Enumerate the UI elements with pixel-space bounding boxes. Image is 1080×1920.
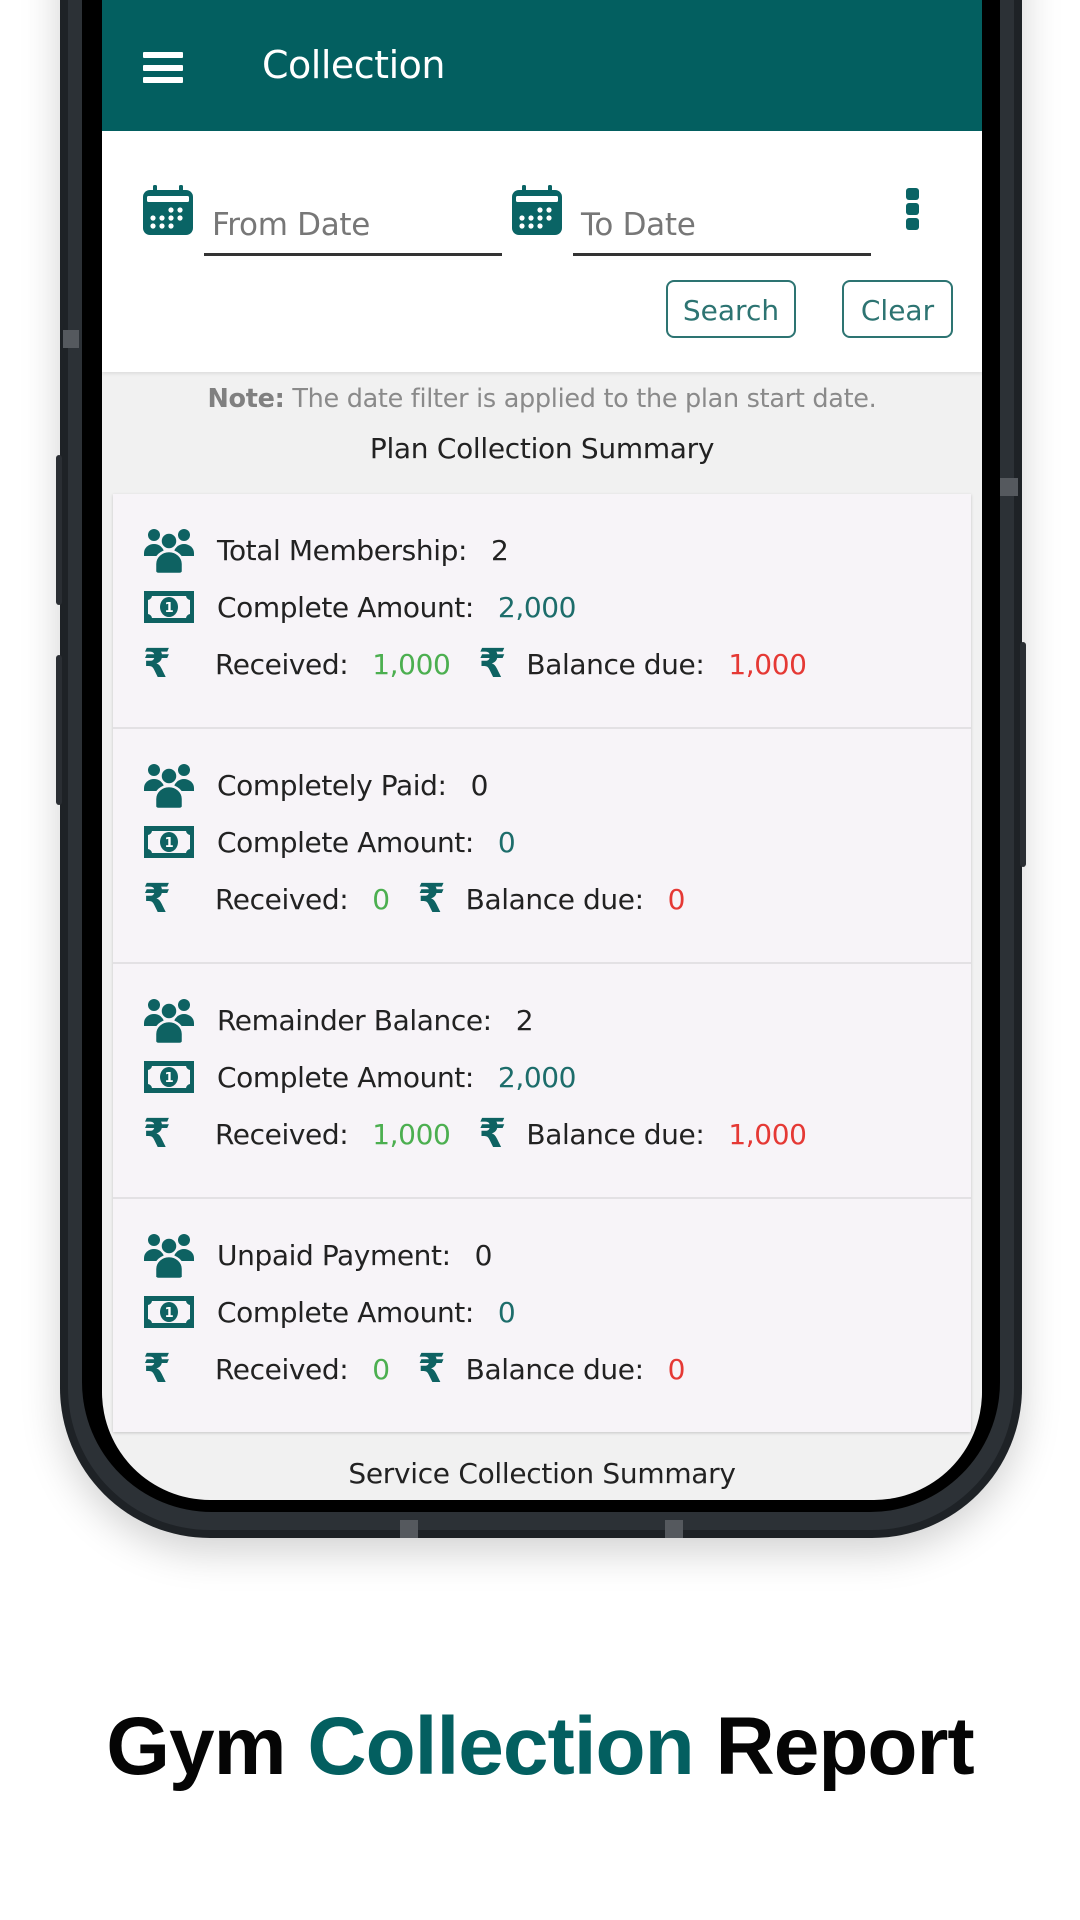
count-label: Completely Paid:: [217, 768, 447, 802]
phone-antenna-line: [665, 1520, 683, 1538]
date-filter-panel: From Date To Date Search Clear: [102, 131, 982, 372]
received-label: Received:: [215, 1352, 349, 1386]
balance-due-label: Balance due:: [465, 1352, 644, 1386]
banknote-icon: 1: [143, 583, 195, 631]
count-row: Remainder Balance: 2: [143, 996, 534, 1044]
more-vertical-icon[interactable]: [906, 188, 920, 230]
received-value: 1,000: [372, 647, 451, 681]
count-row: Completely Paid: 0: [143, 761, 488, 809]
payment-row: ₹ Received: 0 ₹ Balance due: 0: [143, 875, 685, 923]
summary-card: Completely Paid: 0 1 Complete Amount: 0 …: [113, 729, 971, 964]
svg-text:1: 1: [165, 1306, 174, 1321]
app-screen: Collection From Date To Date Search Clea…: [102, 0, 982, 1500]
note-text: The date filter is applied to the plan s…: [284, 384, 877, 414]
rupee-icon: ₹: [417, 1346, 446, 1392]
received-value: 0: [372, 882, 390, 916]
amount-row: 1 Complete Amount: 2,000: [143, 583, 576, 631]
users-group-icon: [143, 526, 195, 574]
page-title: Collection: [262, 43, 445, 87]
banknote-icon: 1: [143, 818, 195, 866]
plan-collection-summary-title: Plan Collection Summary: [369, 432, 715, 465]
banknote-icon: 1: [143, 1288, 195, 1336]
phone-antenna-line: [400, 1520, 418, 1538]
amount-row: 1 Complete Amount: 0: [143, 1288, 516, 1336]
balance-due-value: 1,000: [728, 1117, 807, 1151]
banknote-icon: 1: [143, 1053, 195, 1101]
svg-text:1: 1: [165, 1071, 174, 1086]
amount-row: 1 Complete Amount: 0: [143, 818, 516, 866]
hamburger-menu-icon[interactable]: [143, 52, 183, 83]
phone-antenna-line: [63, 330, 79, 348]
count-value: 2: [515, 1003, 534, 1037]
plan-summary-cards: Total Membership: 2 1 Complete Amount: 2…: [113, 494, 971, 1432]
users-group-icon: [143, 1231, 195, 1279]
phone-side-button: [56, 455, 62, 605]
headline-word: Gym: [106, 1701, 286, 1792]
balance-due-value: 0: [667, 1352, 686, 1386]
phone-side-button: [1020, 642, 1026, 867]
balance-due-value: 1,000: [728, 647, 807, 681]
clear-button[interactable]: Clear: [842, 280, 953, 338]
users-group-icon: [143, 996, 195, 1044]
service-collection-summary-title: Service Collection Summary: [348, 1457, 736, 1490]
received-label: Received:: [215, 1117, 349, 1151]
payment-row: ₹ Received: 0 ₹ Balance due: 0: [143, 1345, 685, 1393]
rupee-icon: ₹: [143, 876, 171, 922]
count-label: Remainder Balance:: [217, 1003, 492, 1037]
users-group-icon: [143, 761, 195, 809]
rupee-icon: ₹: [143, 1346, 171, 1392]
balance-due-label: Balance due:: [526, 1117, 705, 1151]
received-label: Received:: [215, 647, 349, 681]
received-label: Received:: [215, 882, 349, 916]
search-button[interactable]: Search: [666, 280, 796, 338]
svg-text:1: 1: [165, 836, 174, 851]
balance-due-label: Balance due:: [465, 882, 644, 916]
count-value: 0: [474, 1238, 493, 1272]
rupee-icon: ₹: [478, 641, 506, 687]
summary-card: Remainder Balance: 2 1 Complete Amount: …: [113, 964, 971, 1199]
phone-antenna-line: [1000, 478, 1018, 496]
amount-label: Complete Amount:: [217, 1295, 474, 1329]
to-date-placeholder: To Date: [581, 207, 696, 243]
svg-text:1: 1: [165, 601, 174, 616]
complete-amount-value: 2,000: [497, 1060, 577, 1094]
count-value: 0: [470, 768, 489, 802]
summary-card: Total Membership: 2 1 Complete Amount: 2…: [113, 494, 971, 729]
amount-label: Complete Amount:: [217, 1060, 474, 1094]
headline-accent-word: Collection: [307, 1701, 694, 1792]
to-date-input[interactable]: To Date: [573, 193, 871, 256]
marketing-headline: Gym Collection Report: [0, 1700, 1080, 1794]
count-label: Total Membership:: [217, 533, 467, 567]
date-filter-note: Note: The date filter is applied to the …: [102, 384, 982, 414]
rupee-icon: ₹: [143, 641, 171, 687]
headline-word: Report: [715, 1701, 975, 1792]
from-date-input[interactable]: From Date: [204, 193, 502, 256]
summary-card: Unpaid Payment: 0 1 Complete Amount: 0 ₹…: [113, 1199, 971, 1432]
rupee-icon: ₹: [478, 1111, 506, 1157]
received-value: 1,000: [372, 1117, 451, 1151]
calendar-icon[interactable]: [511, 184, 563, 236]
count-value: 2: [491, 533, 509, 567]
balance-due-label: Balance due:: [526, 647, 705, 681]
count-row: Total Membership: 2: [143, 526, 509, 574]
count-label: Unpaid Payment:: [217, 1238, 451, 1272]
rupee-icon: ₹: [143, 1111, 171, 1157]
count-row: Unpaid Payment: 0: [143, 1231, 492, 1279]
payment-row: ₹ Received: 1,000 ₹ Balance due: 1,000: [143, 1110, 807, 1158]
complete-amount-value: 0: [497, 1295, 516, 1329]
amount-label: Complete Amount:: [217, 825, 474, 859]
from-date-placeholder: From Date: [212, 207, 371, 243]
complete-amount-value: 2,000: [497, 590, 577, 624]
amount-row: 1 Complete Amount: 2,000: [143, 1053, 576, 1101]
received-value: 0: [372, 1352, 390, 1386]
app-bar: Collection: [102, 0, 982, 131]
balance-due-value: 0: [667, 882, 686, 916]
amount-label: Complete Amount:: [217, 590, 474, 624]
payment-row: ₹ Received: 1,000 ₹ Balance due: 1,000: [143, 640, 807, 688]
calendar-icon[interactable]: [142, 184, 194, 236]
phone-side-button: [56, 655, 62, 805]
rupee-icon: ₹: [417, 876, 446, 922]
complete-amount-value: 0: [497, 825, 516, 859]
note-prefix: Note:: [207, 384, 285, 414]
